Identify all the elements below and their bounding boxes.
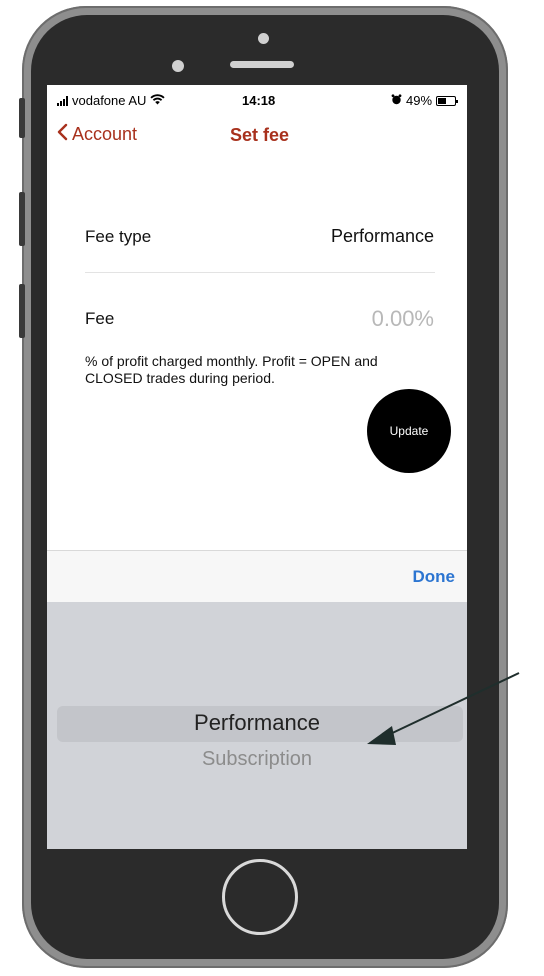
fee-help-text: % of profit charged monthly. Profit = OP… — [85, 353, 378, 386]
back-button[interactable]: Account — [57, 123, 137, 146]
proximity-sensor — [258, 33, 269, 44]
fee-type-picker[interactable]: Performance Subscription — [47, 602, 467, 849]
fee-input[interactable]: 0.00% — [372, 306, 434, 332]
mute-switch — [19, 98, 25, 138]
signal-bars-icon — [57, 95, 68, 106]
phone-screen: vodafone AU 14:18 49% Account Set fee Fe… — [47, 85, 467, 849]
picker-option-performance[interactable]: Performance — [47, 710, 467, 736]
picker-toolbar: Done — [47, 550, 467, 602]
fee-type-value[interactable]: Performance — [331, 226, 434, 247]
fee-type-label: Fee type — [85, 227, 152, 246]
volume-up-button — [19, 192, 25, 246]
front-camera — [172, 60, 184, 72]
page-title: Set fee — [230, 125, 290, 145]
alarm-icon — [391, 93, 402, 108]
battery-area: 49% — [391, 93, 459, 108]
battery-percent: 49% — [406, 93, 433, 108]
status-bar: vodafone AU 14:18 49% — [47, 85, 467, 113]
picker-option-subscription[interactable]: Subscription — [47, 748, 467, 771]
carrier-info: vodafone AU — [57, 93, 166, 108]
done-button[interactable]: Done — [413, 567, 456, 587]
home-button[interactable] — [222, 859, 298, 935]
navigation-bar: Account Set fee — [47, 113, 467, 157]
volume-down-button — [19, 284, 25, 338]
earpiece-speaker — [230, 61, 294, 68]
row-divider — [85, 272, 435, 273]
wifi-icon — [150, 93, 166, 108]
status-time: 14:18 — [242, 93, 276, 108]
fee-label: Fee — [85, 309, 115, 328]
chevron-left-icon — [57, 123, 68, 146]
update-button[interactable]: Update — [367, 389, 451, 473]
battery-icon — [436, 95, 459, 106]
back-button-label: Account — [72, 124, 138, 144]
carrier-name: vodafone AU — [72, 93, 147, 108]
